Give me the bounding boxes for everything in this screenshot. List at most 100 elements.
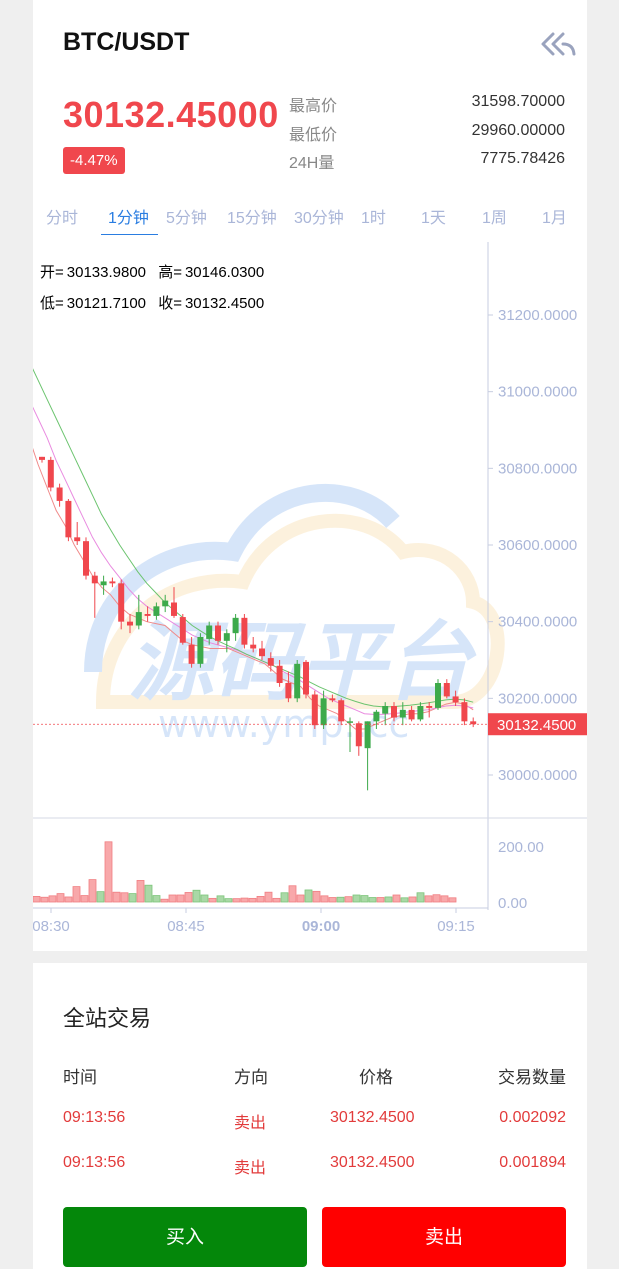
col-header-price: 价格 bbox=[359, 1068, 393, 1087]
x-tick-label: 08:30 bbox=[33, 918, 70, 935]
candle-body bbox=[408, 709, 415, 720]
tab-1w[interactable]: 1周 bbox=[482, 204, 507, 228]
trade-row-2-side: 卖出 bbox=[234, 1160, 267, 1177]
volume-bar bbox=[232, 898, 241, 903]
volume-bar bbox=[256, 896, 265, 903]
candle-body bbox=[144, 614, 151, 616]
volume-bar bbox=[296, 894, 305, 903]
y-tick-label: 31200.0000 bbox=[498, 307, 577, 324]
candle-body bbox=[250, 644, 257, 649]
candle-body bbox=[320, 698, 327, 726]
buy-button[interactable]: 买入 bbox=[63, 1207, 307, 1267]
volume-bar bbox=[424, 895, 433, 903]
trades-card: 全站交易 时间 方向 价格 交易数量 09:13:56 卖出 30132.450… bbox=[33, 963, 587, 1269]
candle-body bbox=[74, 537, 81, 542]
interval-tabs: 分时 1分钟 5分钟 15分钟 30分钟 1时 1天 1周 1月 bbox=[33, 204, 587, 235]
candle-body bbox=[56, 487, 63, 501]
volume-bar bbox=[392, 894, 401, 903]
candle-body bbox=[417, 706, 424, 720]
y-tick-label: 30000.0000 bbox=[498, 767, 577, 784]
candle-body bbox=[399, 709, 406, 718]
volume-bar bbox=[352, 894, 361, 903]
volume-bar bbox=[312, 890, 321, 903]
candle-body bbox=[135, 612, 142, 626]
candle-body bbox=[443, 683, 450, 697]
candle-body bbox=[162, 600, 169, 607]
tab-1d[interactable]: 1天 bbox=[421, 204, 446, 228]
candle-body bbox=[65, 500, 72, 538]
candle-body bbox=[91, 575, 98, 584]
tab-timeline[interactable]: 分时 bbox=[46, 204, 78, 228]
candle-body bbox=[241, 617, 248, 645]
volume-bar bbox=[192, 889, 201, 903]
candle-body bbox=[311, 694, 318, 726]
volume-bar bbox=[248, 897, 257, 903]
tab-1mon[interactable]: 1月 bbox=[542, 204, 567, 228]
volume-bar bbox=[432, 894, 441, 903]
candle-body bbox=[153, 606, 160, 616]
candle-body bbox=[259, 648, 265, 657]
volume-bar bbox=[56, 893, 65, 903]
tab-30min[interactable]: 30分钟 bbox=[294, 204, 344, 228]
candlestick-chart[interactable]: 源码平台 www.ymp..cc 开= 30133.9800 高= 30146.03… bbox=[33, 242, 587, 942]
tab-5min[interactable]: 5分钟 bbox=[166, 204, 207, 228]
volume-bar bbox=[272, 897, 281, 903]
market-card: BTC/USDT 30132.45000 -4.47% 最高价 31598.70… bbox=[33, 0, 587, 951]
y-tick-label: 31000.0000 bbox=[498, 384, 577, 401]
volume-bar bbox=[80, 895, 89, 903]
volume-bar bbox=[168, 894, 177, 903]
candle-body bbox=[118, 583, 125, 622]
last-price: 30132.45000 bbox=[63, 94, 279, 135]
tab-1h[interactable]: 1时 bbox=[361, 204, 386, 228]
candle-body bbox=[188, 644, 195, 664]
pair-title: BTC/USDT bbox=[63, 28, 190, 56]
candle-body bbox=[329, 698, 336, 701]
candle-body bbox=[452, 696, 459, 703]
volume-bar bbox=[40, 896, 49, 903]
volume-bar bbox=[360, 895, 369, 903]
candle-body bbox=[197, 637, 204, 664]
y-tick-label: 30200.0000 bbox=[498, 690, 577, 707]
candle-body bbox=[347, 721, 353, 723]
y-tick-label: 30400.0000 bbox=[498, 614, 577, 631]
volume-bar bbox=[208, 897, 217, 903]
volume-bar bbox=[72, 886, 81, 903]
candle-body bbox=[171, 602, 177, 616]
volume-bar bbox=[336, 896, 345, 903]
candle-body bbox=[382, 706, 389, 714]
tab-15min[interactable]: 15分钟 bbox=[227, 204, 277, 228]
high-label: 最高价 bbox=[289, 98, 338, 115]
volume-bar bbox=[376, 897, 385, 903]
double-chevron-back-icon[interactable] bbox=[539, 30, 577, 58]
candle-body bbox=[303, 661, 309, 695]
candle-body bbox=[109, 581, 116, 584]
candle-body bbox=[83, 541, 89, 576]
candle-body bbox=[47, 459, 54, 488]
volume-bar bbox=[344, 896, 353, 903]
volume-bar bbox=[33, 896, 41, 903]
candle-body bbox=[276, 665, 283, 683]
col-header-time: 时间 bbox=[63, 1068, 97, 1087]
volume-bar bbox=[88, 879, 97, 903]
volume-bar bbox=[264, 891, 273, 903]
volume-bar bbox=[304, 889, 313, 903]
candle-body bbox=[426, 706, 433, 708]
sell-button[interactable]: 卖出 bbox=[322, 1207, 566, 1267]
candle-body bbox=[215, 625, 221, 641]
volume-bar bbox=[152, 895, 161, 903]
trade-row-1-price: 30132.4500 bbox=[330, 1109, 415, 1126]
trades-title: 全站交易 bbox=[63, 1006, 152, 1031]
ohlc-low-close: 低= 30121.7100 收= 30132.4500 bbox=[40, 295, 264, 312]
tab-1min[interactable]: 1分钟 bbox=[108, 204, 149, 228]
volume-bar bbox=[328, 897, 337, 903]
volume-bar bbox=[128, 893, 137, 903]
volume-bar bbox=[144, 884, 153, 903]
volume-bar bbox=[400, 897, 409, 903]
high-value: 31598.70000 bbox=[471, 93, 565, 110]
volume-bar bbox=[136, 880, 145, 903]
volume-bar bbox=[408, 896, 417, 903]
volume-bar bbox=[48, 895, 57, 903]
candle-body bbox=[435, 683, 441, 708]
col-header-side: 方向 bbox=[234, 1068, 268, 1087]
trade-row-2-time: 09:13:56 bbox=[63, 1154, 126, 1171]
